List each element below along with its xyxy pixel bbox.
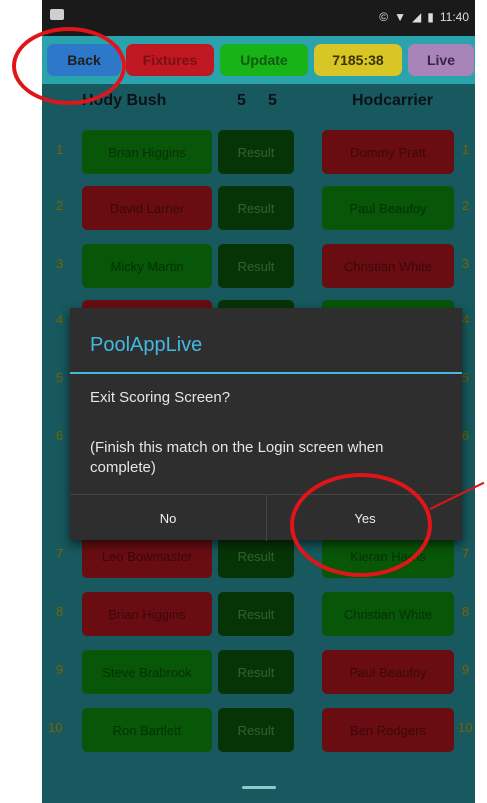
timer-button[interactable]: 7185:38: [314, 44, 402, 76]
live-button[interactable]: Live: [408, 44, 474, 76]
back-annotation-circle: [12, 27, 126, 105]
dialog-title: PoolAppLive: [90, 334, 203, 356]
dialog-note: (Finish this match on the Login screen w…: [90, 439, 384, 476]
yes-annotation-circle: [290, 473, 432, 577]
dialog-message: Exit Scoring Screen?: [90, 389, 231, 406]
phone-screen: © ▼ ◢ ▮ 11:40 Back Fixtures Update 7185:…: [42, 0, 475, 803]
battery-icon: ▮: [427, 10, 434, 24]
image-notification-icon: [50, 9, 64, 20]
signal-icon: ◢: [412, 10, 422, 24]
fixtures-button[interactable]: Fixtures: [126, 44, 214, 76]
dialog-divider: [70, 372, 462, 374]
clock: 11:40: [439, 10, 469, 24]
gesture-bar: [242, 786, 276, 789]
wifi-icon: ▼: [394, 10, 407, 24]
update-button[interactable]: Update: [220, 44, 308, 76]
status-bar: © ▼ ◢ ▮ 11:40: [42, 0, 475, 36]
no-button[interactable]: No: [70, 495, 266, 541]
sync-icon: ©: [379, 10, 389, 24]
